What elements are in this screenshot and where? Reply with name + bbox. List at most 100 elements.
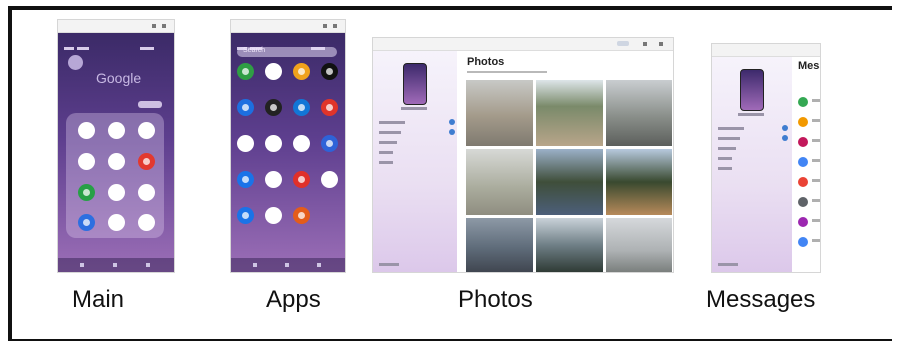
netflix-app-icon[interactable] xyxy=(293,171,310,188)
back-icon[interactable] xyxy=(317,263,321,267)
phone-name-label xyxy=(401,107,427,110)
sidebar-item-calls[interactable] xyxy=(718,167,732,170)
conversation-item[interactable] xyxy=(798,96,820,108)
camera2-app-icon[interactable] xyxy=(265,207,282,224)
caption-main: Main xyxy=(72,286,125,313)
conversation-item[interactable] xyxy=(798,116,820,128)
gallery-app-icon[interactable] xyxy=(293,63,310,80)
app-search-placeholder: Search xyxy=(243,47,266,54)
sidebar-item-notifications[interactable] xyxy=(718,127,744,130)
sidebar-item-photos[interactable] xyxy=(379,141,397,144)
conversation-item[interactable] xyxy=(798,196,820,208)
contact-avatar xyxy=(798,117,808,127)
store-app-icon[interactable] xyxy=(237,207,254,224)
camera-app-icon[interactable] xyxy=(321,63,338,80)
contact-avatar xyxy=(798,137,808,147)
sidebar-item-apps[interactable] xyxy=(379,151,393,154)
photos-app-icon[interactable] xyxy=(78,153,95,170)
phone-preview-image xyxy=(740,69,764,111)
phone-app-drawer: Search xyxy=(231,33,345,272)
home-icon[interactable] xyxy=(113,263,117,267)
status-bar xyxy=(237,37,339,50)
minimize-icon[interactable] xyxy=(152,24,156,28)
sidebar-item-messages[interactable] xyxy=(379,131,401,134)
sidebar-item-apps[interactable] xyxy=(718,157,732,160)
photos-sidebar xyxy=(373,51,457,272)
phone-app-icon[interactable] xyxy=(237,63,254,80)
message-badge xyxy=(449,129,455,135)
maps-app-icon[interactable] xyxy=(138,122,155,139)
clock-app-icon[interactable] xyxy=(265,135,282,152)
youtube-app-icon[interactable] xyxy=(138,153,155,170)
navigation-bar xyxy=(231,258,345,272)
photos-counter-badge xyxy=(617,41,629,46)
chrome-app-icon[interactable] xyxy=(78,122,95,139)
duo-app-icon[interactable] xyxy=(78,184,95,201)
message-badge xyxy=(782,135,788,141)
contact-avatar xyxy=(798,97,808,107)
folder-toggle-icon[interactable] xyxy=(138,101,162,108)
app-search-bar[interactable]: Search xyxy=(237,47,337,57)
photo-thumbnail[interactable] xyxy=(536,80,603,146)
window-titlebar xyxy=(58,20,174,33)
messages-app-icon[interactable] xyxy=(138,214,155,231)
conversation-item[interactable] xyxy=(798,216,820,228)
conversation-item[interactable] xyxy=(798,176,820,188)
calendar-app-icon[interactable] xyxy=(293,135,310,152)
settings-app-icon[interactable] xyxy=(237,135,254,152)
settings-gear-icon[interactable] xyxy=(68,55,83,70)
sidebar-item-settings[interactable] xyxy=(379,263,399,266)
calculator-app-icon[interactable] xyxy=(321,171,338,188)
google-app-icon[interactable] xyxy=(108,122,125,139)
phone-app-icon[interactable] xyxy=(138,184,155,201)
photo-thumbnail[interactable] xyxy=(466,149,533,215)
pinterest-app-icon[interactable] xyxy=(321,99,338,116)
photo-thumbnail[interactable] xyxy=(466,218,533,272)
phone-preview-image xyxy=(403,63,427,105)
google-search-label[interactable]: Google xyxy=(96,70,141,86)
sidebar-item-messages[interactable] xyxy=(718,137,740,140)
sidebar-item-photos[interactable] xyxy=(718,147,736,150)
photo-thumbnail[interactable] xyxy=(466,80,533,146)
meet-app-icon[interactable] xyxy=(78,214,95,231)
files-app-icon[interactable] xyxy=(293,99,310,116)
navigation-bar xyxy=(58,258,174,272)
sidebar-item-settings[interactable] xyxy=(718,263,738,266)
back-icon[interactable] xyxy=(146,263,150,267)
contacts-app-icon[interactable] xyxy=(237,171,254,188)
conversation-item[interactable] xyxy=(798,236,820,248)
notify-app-icon[interactable] xyxy=(321,135,338,152)
stocks-app-icon[interactable] xyxy=(108,184,125,201)
app-folder-panel xyxy=(66,113,164,238)
recents-icon[interactable] xyxy=(253,263,257,267)
bixby-app-icon[interactable] xyxy=(237,99,254,116)
photo-thumbnail[interactable] xyxy=(606,149,672,215)
apps-screen-window[interactable]: Search xyxy=(231,20,345,272)
office-app-icon[interactable] xyxy=(293,207,310,224)
photos-app-icon[interactable] xyxy=(265,63,282,80)
minimize-icon[interactable] xyxy=(323,24,327,28)
cloud-app-icon[interactable] xyxy=(108,214,125,231)
close-icon[interactable] xyxy=(333,24,337,28)
photo-thumbnail[interactable] xyxy=(536,149,603,215)
messages-sidebar xyxy=(712,57,792,272)
conversation-item[interactable] xyxy=(798,136,820,148)
photo-thumbnail[interactable] xyxy=(606,218,672,272)
watch-app-icon[interactable] xyxy=(265,99,282,116)
contact-avatar xyxy=(798,177,808,187)
messages-app-window[interactable]: Mess xyxy=(712,44,820,272)
recents-icon[interactable] xyxy=(80,263,84,267)
photos-app-window[interactable]: Photos xyxy=(373,38,673,272)
main-screen-window[interactable]: Google xyxy=(58,20,174,272)
sidebar-item-notifications[interactable] xyxy=(379,121,405,124)
photo-thumbnail[interactable] xyxy=(536,218,603,272)
photo-thumbnail[interactable] xyxy=(606,80,672,146)
sidebar-item-calls[interactable] xyxy=(379,161,393,164)
conversation-item[interactable] xyxy=(798,156,820,168)
messenger-app-icon[interactable] xyxy=(265,171,282,188)
drive-app-icon[interactable] xyxy=(108,153,125,170)
minimize-icon[interactable] xyxy=(643,42,647,46)
close-icon[interactable] xyxy=(162,24,166,28)
home-icon[interactable] xyxy=(285,263,289,267)
close-icon[interactable] xyxy=(659,42,663,46)
